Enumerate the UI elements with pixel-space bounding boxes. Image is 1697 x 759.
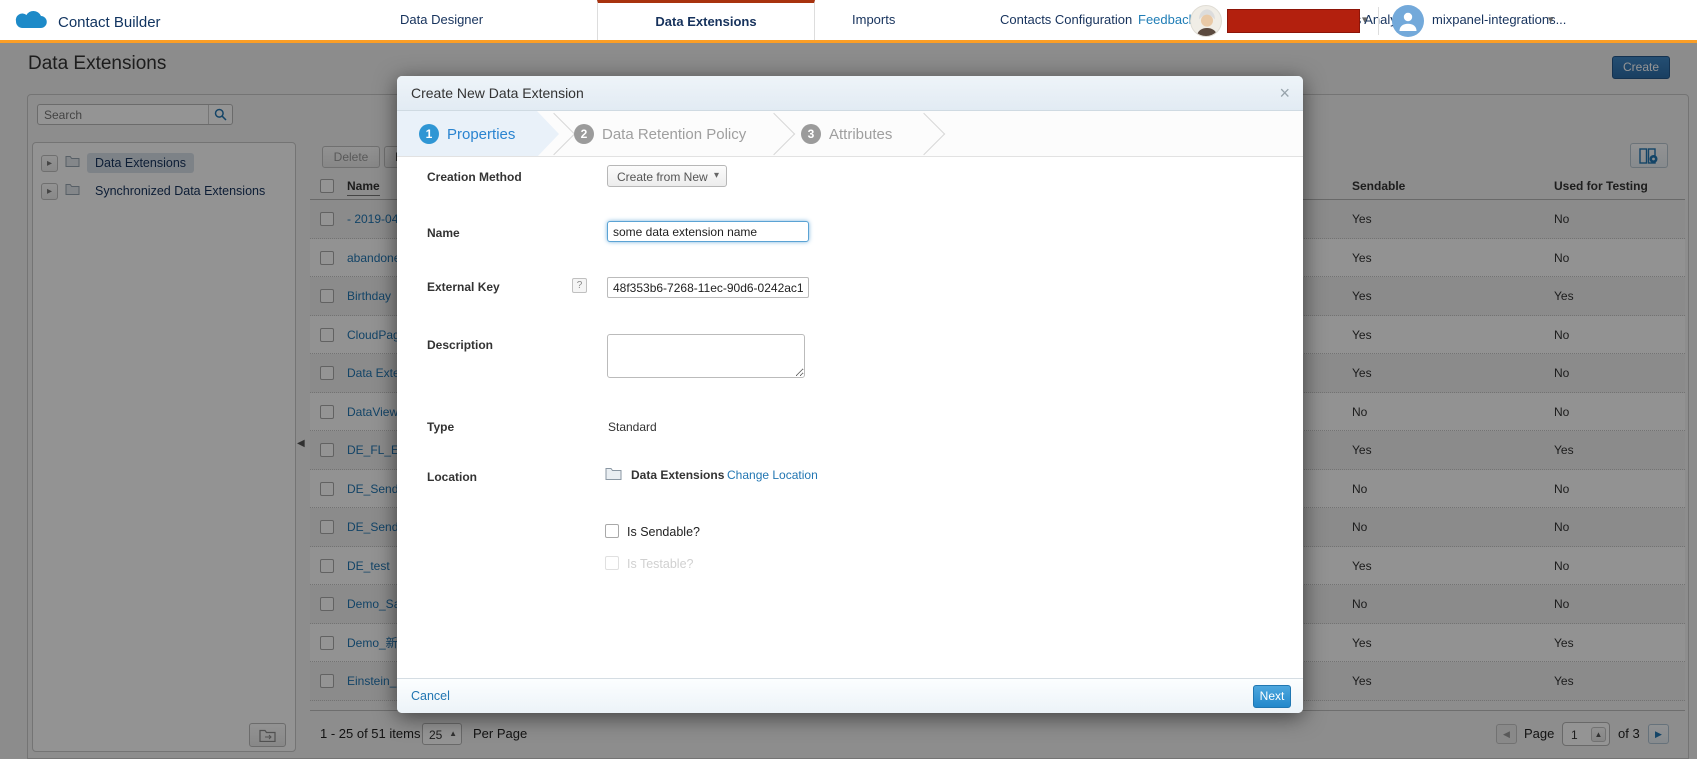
- step-number: 2: [574, 124, 594, 144]
- change-location-link[interactable]: Change Location: [727, 468, 818, 482]
- type-label: Type: [427, 420, 454, 434]
- description-label: Description: [427, 338, 493, 352]
- step-number: 1: [419, 124, 439, 144]
- is-testable-checkbox: [605, 556, 619, 570]
- name-input[interactable]: [607, 221, 809, 242]
- redacted-account-box[interactable]: [1227, 9, 1360, 33]
- feedback-link[interactable]: Feedback: [1138, 0, 1195, 40]
- account-dropdown-caret-icon[interactable]: ▾: [1362, 0, 1368, 40]
- chevron-separator-icon: [903, 113, 945, 155]
- description-textarea[interactable]: [607, 334, 805, 378]
- step-number: 3: [801, 124, 821, 144]
- user-dropdown-caret-icon[interactable]: ▾: [1548, 0, 1554, 40]
- external-key-label: External Key: [427, 280, 500, 294]
- next-button[interactable]: Next: [1253, 685, 1291, 708]
- nav-divider: [1378, 7, 1379, 35]
- step-attributes[interactable]: 3 Attributes: [801, 111, 892, 157]
- chevron-separator-icon: [753, 113, 795, 155]
- step-label: Attributes: [829, 126, 892, 143]
- is-testable-label: Is Testable?: [627, 557, 693, 571]
- create-data-extension-modal: Create New Data Extension × 1 Properties…: [397, 76, 1303, 713]
- top-nav: Contact Builder Data Designer Data Exten…: [0, 0, 1697, 43]
- user-avatar-icon[interactable]: [1392, 5, 1424, 37]
- einstein-avatar[interactable]: [1190, 5, 1222, 37]
- step-wizard: 1 Properties 2 Data Retention Policy 3 A…: [397, 111, 1303, 157]
- cloud-logo-icon: [14, 7, 50, 38]
- help-icon[interactable]: ?: [572, 278, 587, 293]
- creation-method-label: Creation Method: [427, 170, 522, 184]
- step-data-retention-policy[interactable]: 2 Data Retention Policy: [574, 111, 746, 157]
- nav-item-contacts-configuration[interactable]: Contacts Configuration: [1000, 0, 1132, 40]
- app-title: Contact Builder: [58, 14, 161, 31]
- app-root: Contact Builder Data Designer Data Exten…: [0, 0, 1697, 759]
- step-label: Properties: [447, 126, 515, 143]
- external-key-input[interactable]: [607, 277, 809, 298]
- is-sendable-label: Is Sendable?: [627, 525, 700, 539]
- creation-method-dropdown[interactable]: Create from New ▾: [607, 165, 727, 187]
- folder-icon: [605, 467, 622, 485]
- type-value: Standard: [608, 420, 657, 434]
- nav-item-data-extensions[interactable]: Data Extensions: [597, 0, 815, 40]
- modal-title: Create New Data Extension: [411, 76, 584, 111]
- close-icon[interactable]: ×: [1279, 84, 1290, 102]
- is-sendable-checkbox[interactable]: [605, 524, 619, 538]
- name-label: Name: [427, 226, 460, 240]
- nav-item-imports[interactable]: Imports: [852, 0, 895, 40]
- creation-method-value: Create from New: [617, 170, 708, 184]
- location-label: Location: [427, 470, 477, 484]
- modal-header: Create New Data Extension ×: [397, 76, 1303, 111]
- dropdown-caret-icon: ▾: [714, 170, 719, 181]
- step-properties[interactable]: 1 Properties: [419, 111, 515, 157]
- user-menu[interactable]: mixpanel-integrations...: [1432, 0, 1566, 40]
- modal-footer: Cancel Next: [397, 678, 1303, 713]
- cancel-link[interactable]: Cancel: [411, 689, 450, 703]
- location-value: Data Extensions: [631, 468, 724, 482]
- nav-item-data-designer[interactable]: Data Designer: [400, 0, 483, 40]
- step-label: Data Retention Policy: [602, 126, 746, 143]
- brand[interactable]: Contact Builder: [14, 7, 161, 38]
